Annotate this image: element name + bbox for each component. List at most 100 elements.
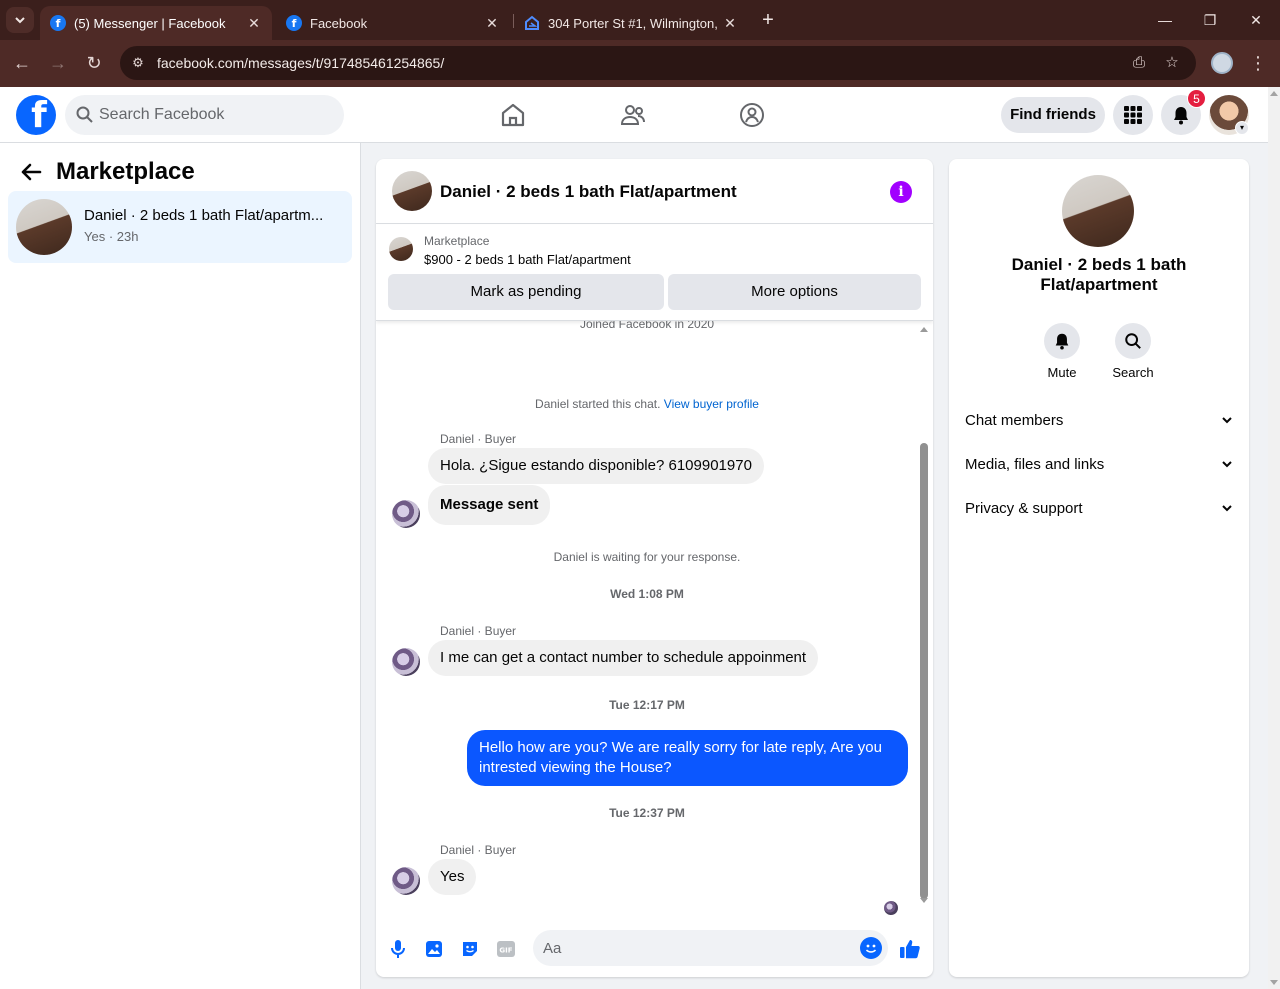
menu-button[interactable]	[1113, 95, 1153, 135]
scrollbar-thumb[interactable]	[920, 443, 928, 899]
conversation-name: Daniel · 2 beds 1 bath Flat/apartm...	[84, 207, 324, 224]
info-icon[interactable]: i	[890, 181, 912, 203]
bell-icon[interactable]	[1044, 323, 1080, 359]
friends-icon[interactable]	[619, 101, 647, 129]
thumbs-up-icon[interactable]	[898, 937, 922, 961]
tab-search-button[interactable]	[6, 7, 34, 33]
site-settings-icon[interactable]: ⚙	[128, 53, 148, 73]
search-label: Search	[1112, 365, 1154, 380]
search-icon	[76, 106, 93, 123]
info-title: Daniel · 2 beds 1 bath Flat/apartment	[1011, 255, 1187, 294]
message-bubble[interactable]: Hola. ¿Sigue estando disponible? 6109901…	[428, 448, 764, 484]
chat-title[interactable]: Daniel · 2 beds 1 bath Flat/apartment	[440, 182, 737, 202]
facebook-search[interactable]	[65, 95, 344, 135]
facebook-logo-icon[interactable]: f	[16, 95, 56, 135]
browser-toolbar: ← → ↻ ⚙ facebook.com/messages/t/91748546…	[0, 40, 1280, 87]
sticker-icon[interactable]	[458, 937, 482, 961]
grid-menu-icon	[1124, 106, 1142, 124]
listing-thumbnail[interactable]	[392, 171, 432, 211]
back-arrow-icon[interactable]	[16, 157, 46, 187]
message-input-box[interactable]	[533, 930, 888, 966]
emoji-icon[interactable]	[860, 937, 882, 959]
new-tab-button[interactable]: +	[758, 10, 778, 30]
conversation-item[interactable]: Daniel · 2 beds 1 bath Flat/apartm... Ye…	[8, 191, 352, 263]
message-composer: GIF	[376, 921, 933, 977]
message-list[interactable]: Joined Facebook in 2020 Daniel started t…	[376, 321, 933, 911]
tab-close-icon[interactable]: ✕	[722, 15, 738, 32]
home-icon[interactable]	[499, 101, 527, 129]
seen-indicator-avatar	[884, 901, 898, 915]
timestamp: Tue 12:17 PM	[609, 698, 685, 712]
started-text: Daniel started this chat.	[535, 397, 661, 411]
chat-header: Daniel · 2 beds 1 bath Flat/apartment i	[376, 159, 933, 224]
gif-icon[interactable]: GIF	[494, 937, 518, 961]
tab-close-icon[interactable]: ✕	[484, 15, 500, 32]
chat-scrollbar[interactable]	[918, 323, 930, 911]
more-options-button[interactable]: More options	[668, 274, 921, 310]
photo-icon[interactable]	[422, 937, 446, 961]
listing-photo[interactable]	[1062, 175, 1134, 247]
scroll-up-icon[interactable]	[1270, 91, 1278, 96]
page-scrollbar[interactable]	[1268, 87, 1280, 989]
sender-avatar[interactable]	[392, 867, 420, 895]
search-input[interactable]	[99, 95, 329, 135]
tab-zillow[interactable]: 304 Porter St #1, Wilmington, D ✕	[514, 6, 748, 40]
tab-title: Facebook	[310, 15, 368, 31]
svg-text:GIF: GIF	[499, 947, 512, 955]
conversation-snippet: Yes · 23h	[84, 229, 139, 244]
scroll-down-icon[interactable]	[920, 898, 928, 903]
chevron-down-icon	[1222, 505, 1232, 512]
sender-avatar[interactable]	[392, 648, 420, 676]
find-friends-button[interactable]: Find friends	[1001, 97, 1105, 133]
sender-label: Daniel · Buyer	[440, 843, 517, 857]
sender-avatar[interactable]	[392, 500, 420, 528]
conversation-info-panel: Daniel · 2 beds 1 bath Flat/apartment Mu…	[949, 159, 1249, 977]
facebook-favicon-icon: f	[286, 15, 302, 31]
bookmark-star-icon[interactable]: ☆	[1162, 53, 1182, 73]
section-chat-members[interactable]: Chat members	[957, 400, 1241, 440]
message-input[interactable]	[543, 930, 843, 966]
scroll-down-icon[interactable]	[1270, 980, 1278, 985]
message-bubble[interactable]: Yes	[428, 859, 477, 895]
listing-thumbnail	[16, 199, 72, 255]
tab-title: (5) Messenger | Facebook	[74, 15, 226, 31]
facebook-header: f Find friends 5 ▾	[0, 87, 1268, 143]
microphone-icon[interactable]	[386, 937, 410, 961]
section-media-files-links[interactable]: Media, files and links	[957, 444, 1241, 484]
marketplace-listing-bar: Marketplace $900 - 2 beds 1 bath Flat/ap…	[376, 225, 933, 321]
tab-messenger[interactable]: f (5) Messenger | Facebook ✕	[40, 6, 272, 40]
tab-facebook[interactable]: f Facebook ✕	[276, 6, 510, 40]
started-note: Daniel started this chat. View buyer pro…	[376, 397, 918, 411]
mark-pending-button[interactable]: Mark as pending	[388, 274, 664, 310]
back-icon[interactable]: ←	[11, 52, 33, 74]
chevron-down-icon	[1222, 417, 1232, 424]
browser-profile-avatar[interactable]	[1211, 52, 1233, 74]
listing-thumbnail	[389, 237, 413, 261]
message-bubble[interactable]: I me can get a contact number to schedul…	[428, 640, 819, 676]
scroll-up-icon[interactable]	[920, 327, 928, 332]
notification-badge: 5	[1187, 89, 1206, 108]
my-message-bubble[interactable]: Hello how are you? We are really sorry f…	[467, 730, 908, 786]
forward-icon[interactable]: →	[47, 52, 69, 74]
marketplace-label: Marketplace	[424, 234, 490, 248]
timestamp: Wed 1:08 PM	[610, 587, 684, 601]
browser-menu-icon[interactable]: ⋮	[1248, 52, 1268, 74]
listing-price[interactable]: $900 - 2 beds 1 bath Flat/apartment	[424, 252, 631, 267]
reload-icon[interactable]: ↻	[83, 52, 105, 74]
close-window-icon[interactable]: ✕	[1246, 10, 1266, 30]
section-privacy-support[interactable]: Privacy & support	[957, 488, 1241, 528]
restore-icon[interactable]: ❐	[1200, 10, 1220, 30]
search-action[interactable]: Search	[1103, 323, 1163, 380]
view-buyer-profile-link[interactable]: View buyer profile	[664, 397, 759, 411]
message-bubble[interactable]: Message sent	[428, 485, 551, 525]
sender-label: Daniel · Buyer	[440, 432, 517, 446]
groups-icon[interactable]	[738, 101, 766, 129]
minimize-icon[interactable]: —	[1155, 10, 1175, 30]
search-icon[interactable]	[1115, 323, 1151, 359]
chevron-down-icon[interactable]: ▾	[1235, 121, 1249, 135]
install-app-icon[interactable]: ⎙	[1129, 53, 1149, 73]
bell-icon	[1174, 107, 1188, 125]
mute-action[interactable]: Mute	[1032, 323, 1092, 380]
address-bar[interactable]: ⚙ facebook.com/messages/t/91748546125486…	[120, 46, 1196, 80]
tab-close-icon[interactable]: ✕	[246, 15, 262, 32]
